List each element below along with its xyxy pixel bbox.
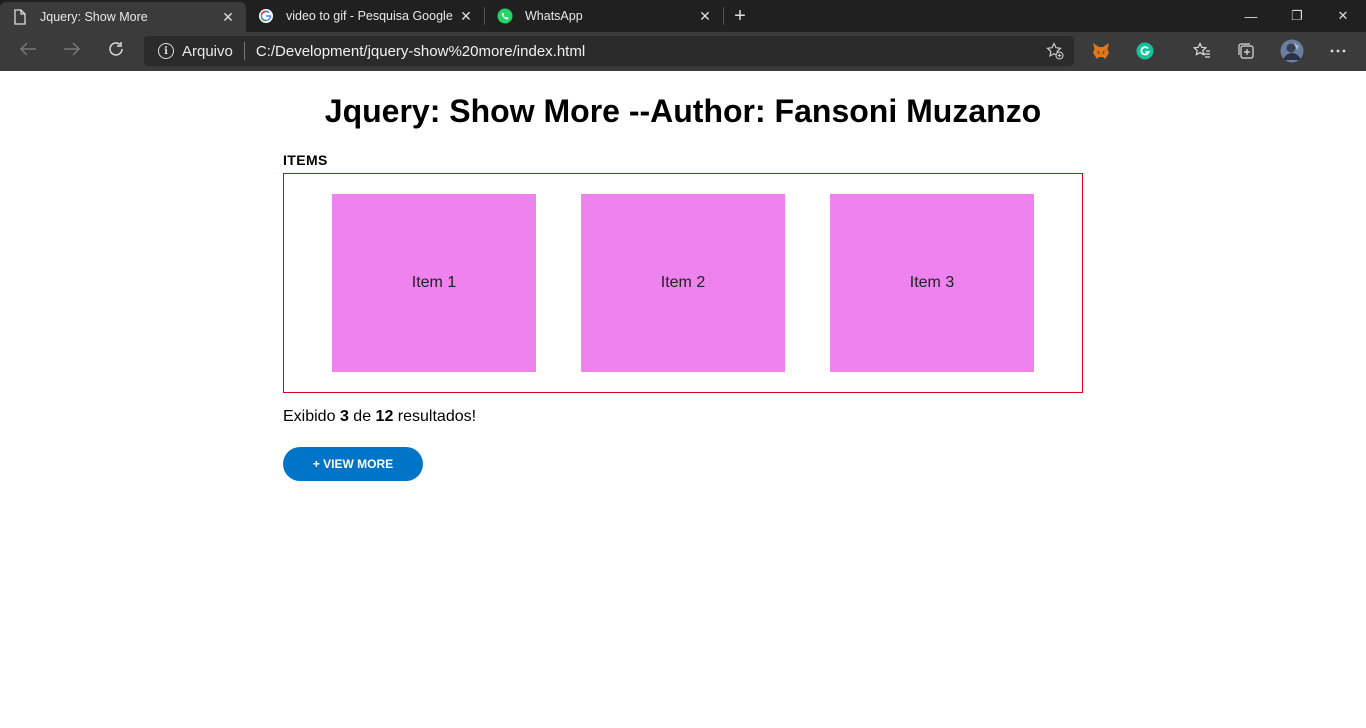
- item-card: Item 3: [830, 194, 1034, 372]
- address-scheme-label: Arquivo: [182, 42, 233, 60]
- tab-jquery-show-more[interactable]: Jquery: Show More ✕: [0, 2, 246, 32]
- results-total-count: 12: [375, 408, 394, 425]
- new-tab-button[interactable]: +: [724, 0, 756, 32]
- view-more-button[interactable]: + VIEW MORE: [283, 447, 423, 481]
- profile-avatar[interactable]: [1280, 39, 1304, 63]
- back-button[interactable]: [6, 35, 50, 69]
- page-title: Jquery: Show More --Author: Fansoni Muza…: [324, 93, 1042, 129]
- results-prefix: Exibido: [283, 408, 336, 425]
- tab-title: WhatsApp: [525, 9, 583, 23]
- info-icon[interactable]: i: [158, 43, 174, 59]
- results-middle: de: [353, 408, 372, 425]
- tab-title: video to gif - Pesquisa Google: [286, 9, 453, 23]
- items-section-label: ITEMS: [283, 152, 328, 168]
- items-container: Item 1 Item 2 Item 3: [283, 173, 1083, 393]
- address-bar[interactable]: i Arquivo C:/Development/jquery-show%20m…: [144, 36, 1074, 66]
- results-summary: Exibido 3 de 12 resultados!: [283, 408, 476, 426]
- more-menu-icon[interactable]: [1328, 41, 1348, 61]
- restore-button[interactable]: ❐: [1274, 0, 1320, 32]
- arrow-left-icon: [19, 41, 37, 62]
- document-icon: [12, 9, 28, 25]
- results-suffix: resultados!: [397, 408, 477, 425]
- whatsapp-icon: [497, 8, 513, 24]
- item-label: Item 2: [660, 274, 706, 291]
- minimize-button[interactable]: —: [1228, 0, 1274, 32]
- tab-google-search[interactable]: video to gif - Pesquisa Google ✕: [246, 0, 484, 32]
- page-content: Jquery: Show More --Author: Fansoni Muza…: [0, 71, 1366, 728]
- collections-icon[interactable]: [1236, 41, 1256, 61]
- window-controls: — ❐ ✕: [1228, 0, 1366, 32]
- close-window-button[interactable]: ✕: [1320, 0, 1366, 32]
- favorites-icon[interactable]: [1192, 41, 1212, 61]
- results-shown-count: 3: [339, 408, 349, 425]
- close-tab-icon[interactable]: ✕: [218, 7, 238, 27]
- address-divider: [243, 42, 245, 60]
- browser-toolbar: i Arquivo C:/Development/jquery-show%20m…: [0, 32, 1366, 93]
- google-icon: [258, 8, 274, 24]
- tab-whatsapp[interactable]: WhatsApp ✕: [485, 0, 723, 32]
- add-favorite-icon[interactable]: [1046, 42, 1064, 60]
- item-label: Item 3: [909, 274, 955, 291]
- refresh-button[interactable]: [94, 35, 138, 69]
- tab-title: Jquery: Show More: [40, 10, 148, 24]
- arrow-right-icon: [63, 41, 81, 62]
- close-tab-icon[interactable]: ✕: [456, 6, 476, 26]
- forward-button[interactable]: [50, 35, 94, 69]
- metamask-icon[interactable]: [1091, 41, 1111, 61]
- item-card: Item 1: [332, 194, 536, 372]
- grammarly-icon[interactable]: [1135, 41, 1155, 61]
- item-card: Item 2: [581, 194, 785, 372]
- address-url[interactable]: C:/Development/jquery-show%20more/index.…: [256, 43, 585, 60]
- close-tab-icon[interactable]: ✕: [695, 6, 715, 26]
- tab-bar: Jquery: Show More ✕ video to gif - Pesqu…: [0, 0, 1366, 32]
- item-label: Item 1: [411, 274, 457, 291]
- refresh-icon: [107, 40, 125, 63]
